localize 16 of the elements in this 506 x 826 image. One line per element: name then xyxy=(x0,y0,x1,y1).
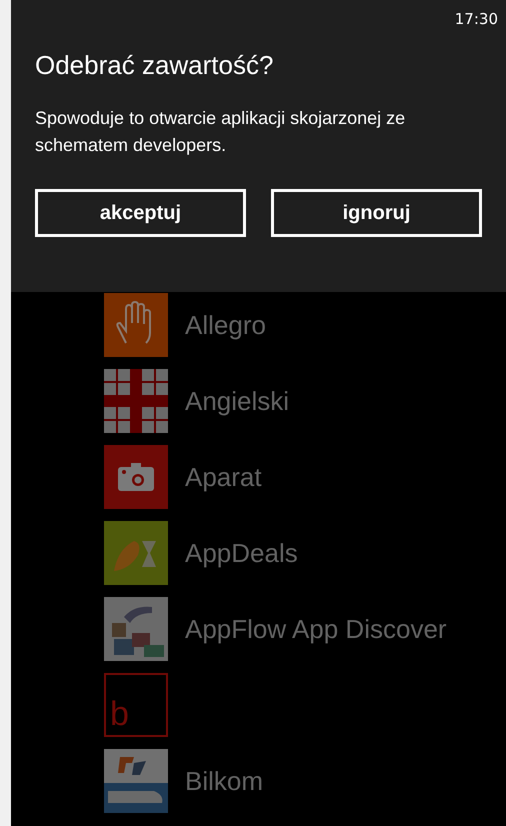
app-icon[interactable] xyxy=(104,293,168,357)
app-icon[interactable] xyxy=(104,521,168,585)
app-name[interactable]: Aparat xyxy=(185,462,262,492)
app-name[interactable]: Angielski xyxy=(185,386,290,416)
app-name[interactable]: Bilkom xyxy=(185,766,264,796)
dialog-title: Odebrać zawartość? xyxy=(35,50,274,81)
app-icon[interactable] xyxy=(104,749,168,813)
app-icon[interactable] xyxy=(104,445,168,509)
status-time: 17:30 xyxy=(454,10,498,28)
dialog-button[interactable]: ignoruj xyxy=(271,189,482,237)
app-name[interactable]: AppFlow App Discover xyxy=(185,614,447,644)
app-name[interactable]: Allegro xyxy=(185,310,266,340)
app-name[interactable]: AppDeals xyxy=(185,538,298,568)
app-icon[interactable] xyxy=(104,369,168,433)
dialog-button[interactable]: akceptuj xyxy=(35,189,246,237)
dialog-message: Spowoduje to otwarcie aplikacji skojarzonej ze schematem developers. xyxy=(35,107,406,157)
